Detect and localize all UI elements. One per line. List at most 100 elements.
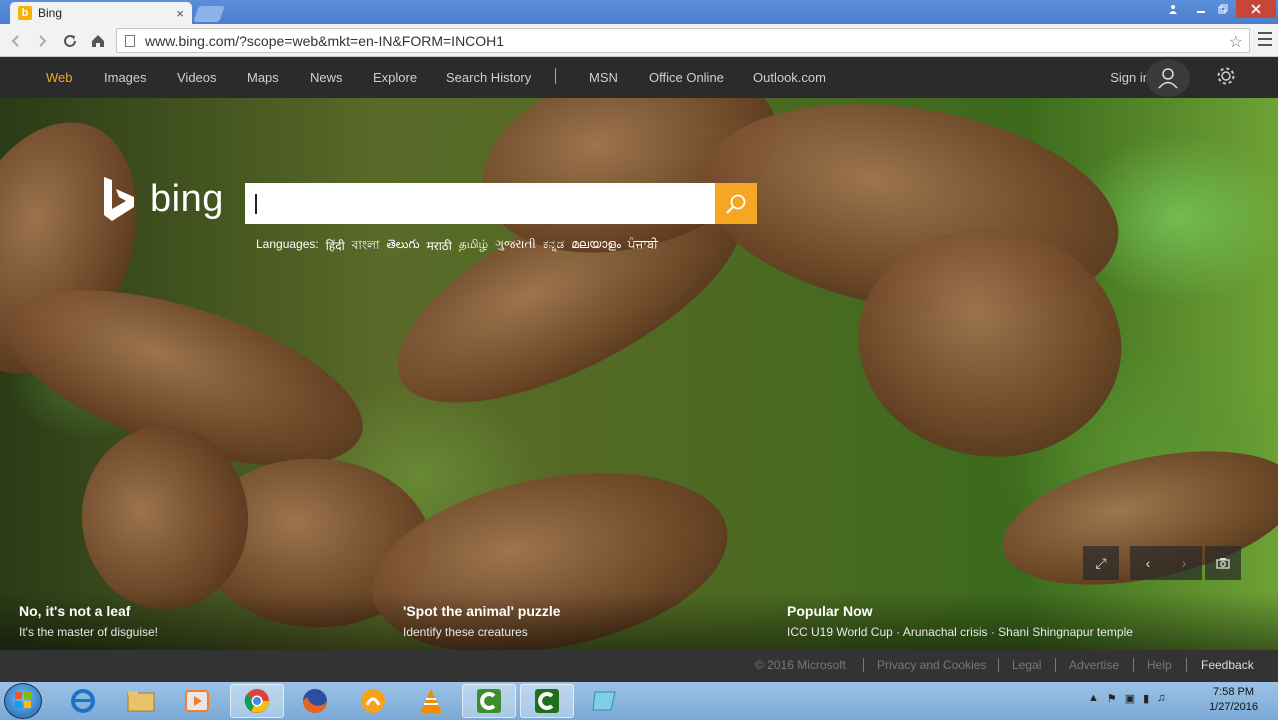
search-button[interactable]	[715, 183, 757, 224]
languages-label: Languages:	[256, 237, 319, 251]
back-icon[interactable]	[6, 31, 26, 51]
lang-bengali[interactable]: বাংলা	[352, 237, 380, 257]
language-links: Languages: हिंदी বাংলা తెలుగు मराठी தமிழ…	[256, 237, 658, 257]
text-caret	[255, 194, 257, 214]
forward-icon[interactable]	[32, 31, 52, 51]
page-icon	[125, 34, 135, 47]
avatar-icon[interactable]	[1146, 59, 1190, 97]
media-player-taskbar-icon[interactable]	[170, 684, 224, 718]
camtasia-recorder-taskbar-icon[interactable]	[520, 684, 574, 718]
footer-divider	[1133, 658, 1134, 672]
windows-taskbar: ▲ ⚑ ▣ ▮ ♫ 7:58 PM 1/27/2016	[0, 682, 1278, 720]
volume-icon[interactable]: ♫	[1157, 692, 1165, 705]
restore-button[interactable]	[1212, 0, 1234, 18]
browser-toolbar: www.bing.com/?scope=web&mkt=en-IN&FORM=I…	[0, 24, 1278, 57]
caption-leaf[interactable]: No, it's not a leaf It's the master of d…	[19, 603, 158, 639]
nav-search-history[interactable]: Search History	[446, 70, 531, 85]
address-bar[interactable]: www.bing.com/?scope=web&mkt=en-IN&FORM=I…	[116, 28, 1250, 53]
close-window-button[interactable]	[1236, 0, 1276, 18]
footer-legal-link[interactable]: Legal	[1012, 658, 1041, 672]
firefox-taskbar-icon[interactable]	[288, 684, 342, 718]
nav-videos[interactable]: Videos	[177, 70, 217, 85]
notepad-taskbar-icon[interactable]	[578, 684, 632, 718]
uc-browser-taskbar-icon[interactable]	[346, 684, 400, 718]
bing-top-nav: Web Images Videos Maps News Explore Sear…	[0, 57, 1278, 98]
nav-explore[interactable]: Explore	[373, 70, 417, 85]
search-input[interactable]	[245, 183, 715, 224]
expand-icon[interactable]: ⤢	[1083, 546, 1119, 580]
footer-divider	[998, 658, 999, 672]
lang-kannada[interactable]: ಕನ್ನಡ	[543, 237, 564, 257]
clock-time: 7:58 PM	[1213, 686, 1255, 698]
action-center-flag-icon[interactable]: ⚑	[1107, 692, 1117, 705]
caption-title[interactable]: No, it's not a leaf	[19, 603, 158, 619]
user-icon[interactable]	[1162, 0, 1184, 18]
lang-tamil[interactable]: தமிழ்	[459, 237, 488, 257]
nav-msn[interactable]: MSN	[589, 70, 618, 85]
lang-marathi[interactable]: मराठी	[427, 237, 452, 257]
nav-images[interactable]: Images	[104, 70, 147, 85]
lang-gujarati[interactable]: ગુજરાતી	[495, 237, 536, 257]
lang-malayalam[interactable]: മലയാളം	[571, 237, 621, 257]
bing-logo-icon	[104, 177, 134, 221]
caption-puzzle[interactable]: 'Spot the animal' puzzle Identify these …	[403, 603, 561, 639]
device-icon[interactable]: ▣	[1125, 692, 1135, 705]
footer-help-link[interactable]: Help	[1147, 658, 1172, 672]
nav-maps[interactable]: Maps	[247, 70, 279, 85]
caption-subtitle[interactable]: Identify these creatures	[403, 625, 561, 639]
nav-outlook[interactable]: Outlook.com	[753, 70, 826, 85]
network-signal-icon[interactable]: ▮	[1143, 692, 1149, 705]
search-icon	[726, 194, 746, 214]
tab-title: Bing	[38, 6, 63, 20]
bing-logo[interactable]: bing	[100, 175, 224, 223]
vlc-taskbar-icon[interactable]	[404, 684, 458, 718]
lang-telugu[interactable]: తెలుగు	[386, 237, 419, 257]
reload-icon[interactable]	[60, 31, 80, 51]
chrome-taskbar-icon[interactable]	[230, 684, 284, 718]
page-footer: © 2016 Microsoft Privacy and Cookies Leg…	[0, 650, 1278, 682]
caption-subtitle[interactable]: ICC U19 World Cup · Arunachal crisis · S…	[787, 625, 1133, 639]
home-icon[interactable]	[88, 31, 108, 51]
start-button[interactable]	[4, 683, 42, 719]
nav-office-online[interactable]: Office Online	[649, 70, 724, 85]
camtasia-taskbar-icon[interactable]	[462, 684, 516, 718]
windows-logo-icon	[15, 692, 31, 708]
file-explorer-taskbar-icon[interactable]	[114, 684, 168, 718]
nav-news[interactable]: News	[310, 70, 343, 85]
settings-gear-icon[interactable]	[1215, 65, 1237, 87]
taskbar-clock[interactable]: 7:58 PM 1/27/2016	[1209, 685, 1258, 715]
clock-date: 1/27/2016	[1209, 701, 1258, 713]
copyright-text: © 2016 Microsoft	[755, 658, 846, 672]
sign-in-link[interactable]: Sign in	[1110, 70, 1150, 85]
footer-divider	[1055, 658, 1056, 672]
footer-divider	[863, 658, 864, 672]
lang-punjabi[interactable]: ਪੰਜਾਬੀ	[628, 237, 658, 257]
bing-wordmark: bing	[150, 177, 224, 220]
footer-divider	[1186, 658, 1187, 672]
caption-subtitle[interactable]: It's the master of disguise!	[19, 625, 158, 639]
next-image-icon[interactable]: ›	[1166, 546, 1202, 580]
nav-web[interactable]: Web	[46, 70, 73, 85]
window-titlebar: b Bing ×	[0, 0, 1278, 24]
minimize-button[interactable]	[1190, 0, 1212, 18]
footer-advertise-link[interactable]: Advertise	[1069, 658, 1119, 672]
caption-title[interactable]: Popular Now	[787, 603, 1133, 619]
previous-image-icon[interactable]: ‹	[1130, 546, 1166, 580]
camera-icon[interactable]	[1205, 546, 1241, 580]
footer-feedback-link[interactable]: Feedback	[1201, 658, 1254, 672]
chrome-menu-icon[interactable]	[1258, 32, 1272, 46]
tab-close-icon[interactable]: ×	[176, 6, 184, 21]
system-tray: ▲ ⚑ ▣ ▮ ♫	[1088, 692, 1165, 705]
show-hidden-icons-icon[interactable]: ▲	[1088, 692, 1099, 705]
ie-taskbar-icon[interactable]	[56, 684, 110, 718]
homepage-background-image: bing Languages: हिंदी বাংলা తెలుగు मराठी…	[0, 98, 1278, 650]
nav-divider	[555, 68, 556, 84]
browser-tab[interactable]: b Bing ×	[10, 2, 192, 24]
lang-hindi[interactable]: हिंदी	[326, 237, 345, 257]
new-tab-button[interactable]	[193, 6, 225, 22]
footer-privacy-link[interactable]: Privacy and Cookies	[877, 658, 986, 672]
caption-popular-now[interactable]: Popular Now ICC U19 World Cup · Arunacha…	[787, 603, 1133, 639]
caption-title[interactable]: 'Spot the animal' puzzle	[403, 603, 561, 619]
url-text[interactable]: www.bing.com/?scope=web&mkt=en-IN&FORM=I…	[145, 33, 504, 49]
bookmark-star-icon[interactable]: ☆	[1229, 32, 1243, 52]
